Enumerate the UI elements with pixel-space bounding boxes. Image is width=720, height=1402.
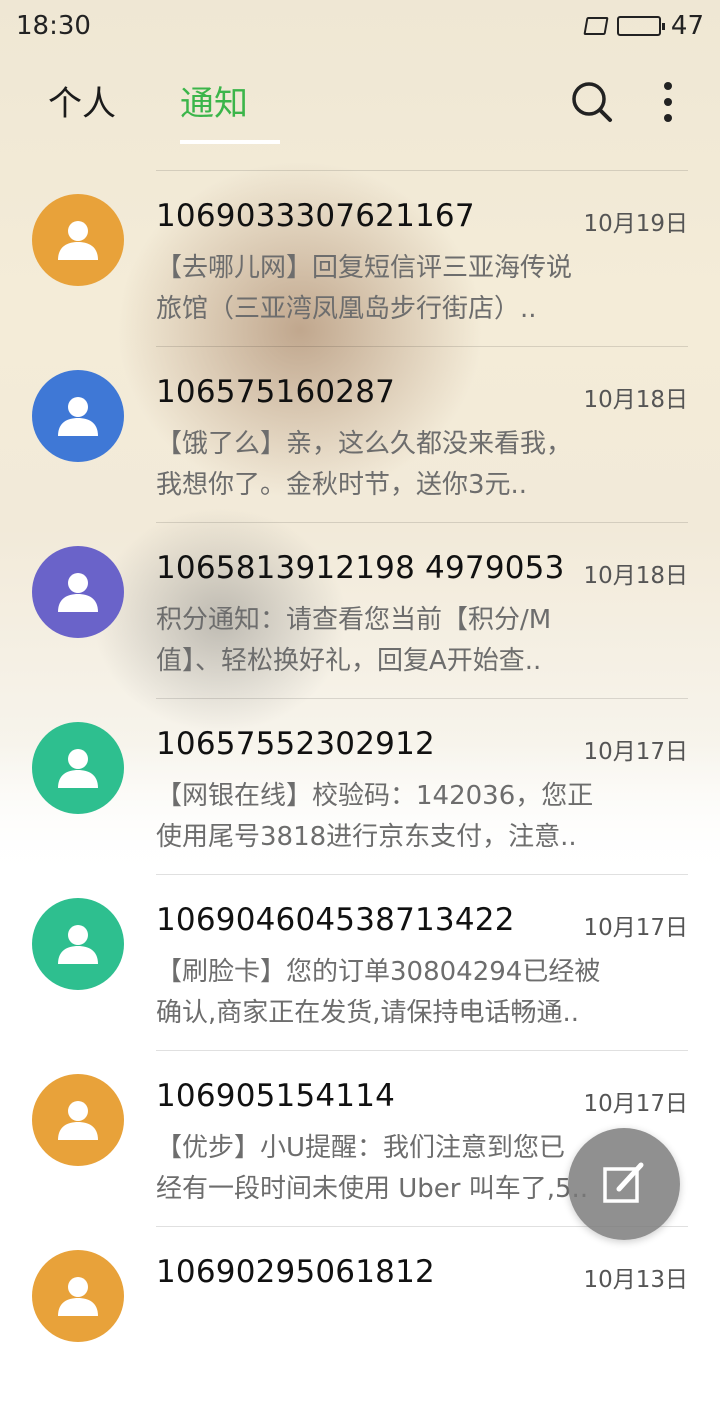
tab-personal[interactable]: 个人 — [48, 76, 116, 125]
row-divider — [156, 170, 688, 171]
message-row[interactable]: 106575160287 10月18日 【饿了么】亲，这么久都没来看我， 我想你了。… — [0, 346, 720, 522]
message-preview: 【去哪儿网】回复短信评三亚海传说 旅馆（三亚湾凤凰岛步行街店）.. — [156, 253, 573, 324]
message-sender: 10690295061812 — [156, 1254, 435, 1290]
person-icon — [58, 925, 98, 964]
message-row[interactable]: 1069033307621167 10月19日 【去哪儿网】回复短信评三亚海传说 旅… — [0, 170, 720, 346]
row-divider — [156, 874, 688, 875]
row-divider — [156, 346, 688, 347]
more-vert-icon — [664, 82, 672, 122]
message-sender: 1069033307621167 — [156, 198, 475, 234]
message-sender: 106905154114 — [156, 1078, 396, 1114]
message-sender: 1065813912198 4979053 — [156, 550, 565, 586]
search-button[interactable] — [568, 78, 616, 126]
sim-card-icon — [583, 17, 609, 35]
message-preview: 【优步】小U提醒：我们注意到您已 经有一段时间未使用 Uber 叫车了,5.. — [156, 1133, 589, 1204]
message-date: 10月18日 — [583, 563, 688, 589]
battery-level: 47 — [670, 11, 704, 41]
row-divider — [156, 698, 688, 699]
battery-icon — [616, 16, 665, 36]
message-preview: 【网银在线】校验码：142036，您正 使用尾号3818进行京东支付，注意.. — [156, 781, 594, 852]
message-date: 10月13日 — [583, 1267, 688, 1293]
person-icon — [58, 397, 98, 436]
message-date: 10月17日 — [583, 1091, 688, 1117]
message-date: 10月18日 — [583, 387, 688, 413]
compose-icon — [603, 1162, 644, 1203]
message-date: 10月19日 — [583, 211, 688, 237]
message-row[interactable]: 10690295061812 10月13日 — [0, 1226, 720, 1402]
tab-notifications[interactable]: 通知 — [180, 76, 248, 125]
message-sender: 106904604538713422 — [156, 902, 515, 938]
message-preview: 【刷脸卡】您的订单30804294已经被 确认,商家正在发货,请保持电话畅通.. — [156, 957, 601, 1028]
top-tab-bar: 个人 通知 — [0, 60, 720, 150]
message-date: 10月17日 — [583, 915, 688, 941]
contact-avatar[interactable] — [32, 898, 124, 990]
more-options-button[interactable] — [644, 78, 692, 126]
contact-avatar[interactable] — [32, 1250, 124, 1342]
contact-avatar[interactable] — [32, 1074, 124, 1166]
message-row[interactable]: 10657552302912 10月17日【网银在线】校验码：142036，您正 … — [0, 698, 720, 874]
status-icons: 47 — [583, 11, 704, 41]
message-preview: 积分通知：请查看您当前【积分/M 值】、轻松换好礼，回复A开始查.. — [156, 605, 552, 676]
contact-avatar[interactable] — [32, 370, 124, 462]
tab-indicator — [180, 140, 280, 144]
contact-avatar[interactable] — [32, 722, 124, 814]
message-preview: 【饿了么】亲，这么久都没来看我， 我想你了。金秋时节，送你3元.. — [156, 429, 573, 500]
search-icon — [572, 82, 612, 122]
person-icon — [58, 221, 98, 260]
message-row[interactable]: 1065813912198 4979053 10月18日积分通知：请查看您当前【积… — [0, 522, 720, 698]
compose-button[interactable] — [568, 1128, 680, 1240]
message-sender: 10657552302912 — [156, 726, 435, 762]
contact-avatar[interactable] — [32, 546, 124, 638]
person-icon — [58, 749, 98, 788]
person-icon — [58, 573, 98, 612]
status-time: 18:30 — [16, 11, 91, 41]
message-date: 10月17日 — [583, 739, 688, 765]
row-divider — [156, 1050, 688, 1051]
contact-avatar[interactable] — [32, 194, 124, 286]
message-row[interactable]: 106904604538713422 10月17日【刷脸卡】您的订单3080429… — [0, 874, 720, 1050]
person-icon — [58, 1101, 98, 1140]
row-divider — [156, 522, 688, 523]
status-bar: 18:30 47 — [0, 0, 720, 52]
person-icon — [58, 1277, 98, 1316]
message-sender: 106575160287 — [156, 374, 396, 410]
